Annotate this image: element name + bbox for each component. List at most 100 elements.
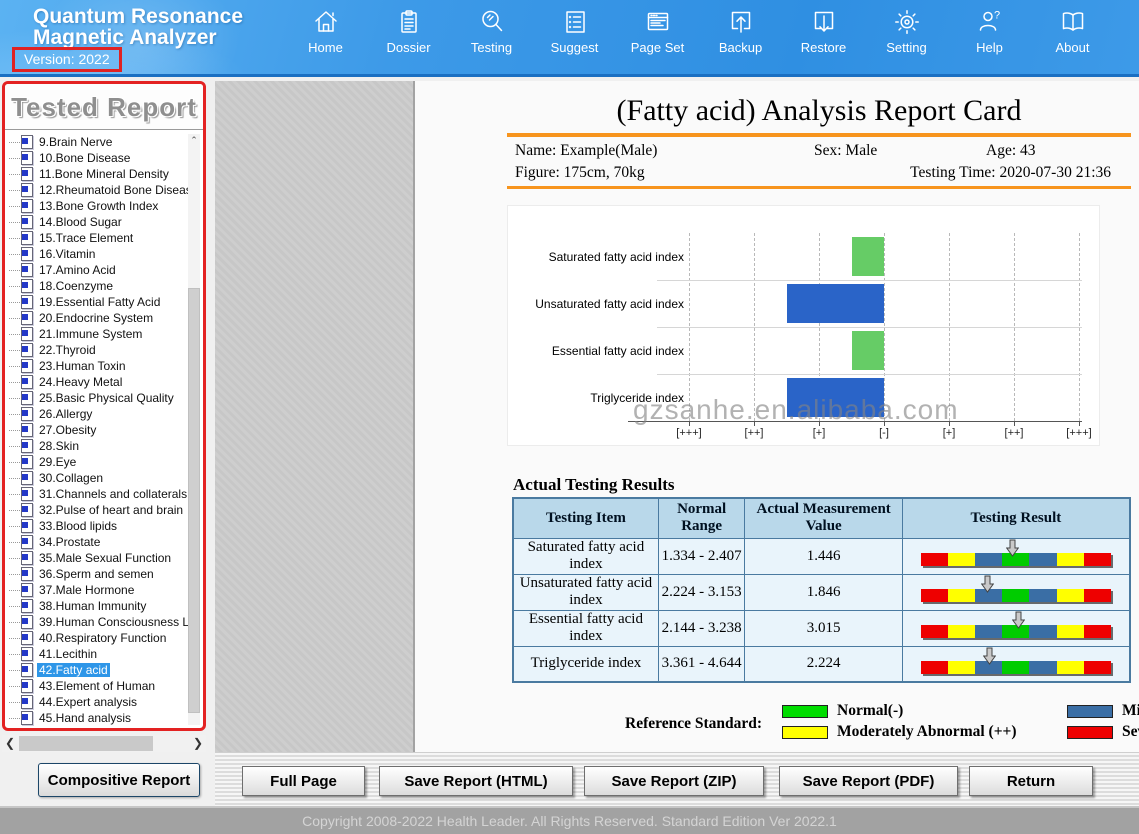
tree-item[interactable]: 17.Amino Acid (5, 262, 190, 278)
table-header-cell: Normal Range (658, 498, 745, 538)
tree-item[interactable]: 24.Heavy Metal (5, 374, 190, 390)
report-doc-icon (21, 711, 33, 725)
nav-restore[interactable]: Restore (782, 7, 865, 55)
nav-backup[interactable]: Backup (699, 7, 782, 55)
tree-item[interactable]: 19.Essential Fatty Acid (5, 294, 190, 310)
tree-item[interactable]: 37.Male Hormone (5, 582, 190, 598)
scale-segment (948, 553, 975, 566)
tree-horizontal-scrollbar[interactable]: ❮ ❯ (2, 735, 206, 752)
tree-connector (9, 494, 20, 495)
axis-tick-label: [+] (797, 427, 841, 439)
tree-item[interactable]: 14.Blood Sugar (5, 214, 190, 230)
tree-item[interactable]: 44.Expert analysis (5, 694, 190, 710)
tree-vertical-scrollbar[interactable]: ⌃ (188, 134, 200, 725)
legend-item: Severely Abnormal (+++) (1067, 723, 1139, 741)
legend-item: Mildly Abnormal(+) (1067, 702, 1139, 720)
scroll-up-icon[interactable]: ⌃ (188, 134, 200, 147)
tree-item[interactable]: 25.Basic Physical Quality (5, 390, 190, 406)
tree-item[interactable]: 41.Lecithin (5, 646, 190, 662)
report-doc-icon (21, 663, 33, 677)
tree-item-label: 44.Expert analysis (37, 695, 139, 709)
report-doc-icon (21, 263, 33, 277)
chart-plot-area (689, 233, 1079, 421)
tree-item[interactable]: 21.Immune System (5, 326, 190, 342)
tree-item[interactable]: 18.Coenzyme (5, 278, 190, 294)
result-scale (921, 543, 1111, 569)
nav-help[interactable]: ?Help (948, 7, 1031, 55)
nav-setting[interactable]: Setting (865, 7, 948, 55)
tree-item[interactable]: 35.Male Sexual Function (5, 550, 190, 566)
tree-item-label: 15.Trace Element (37, 231, 135, 245)
footer-copyright: Copyright 2008-2022 Health Leader. All R… (0, 806, 1139, 834)
tree-item[interactable]: 29.Eye (5, 454, 190, 470)
tree-item[interactable]: 42.Fatty acid (5, 662, 190, 678)
tree-connector (9, 174, 20, 175)
compositive-report-button[interactable]: Compositive Report (38, 763, 200, 797)
tree-item-label: 41.Lecithin (37, 647, 99, 661)
vertical-scroll-thumb[interactable] (188, 288, 200, 714)
table-cell-item: Triglyceride index (513, 646, 658, 682)
legend-item: Normal(-) (782, 702, 1067, 720)
tree-item-label: 45.Hand analysis (37, 711, 133, 725)
tree-item[interactable]: 11.Bone Mineral Density (5, 166, 190, 182)
full-page-button[interactable]: Full Page (242, 766, 365, 796)
patient-figure: Figure: 175cm, 70kg (515, 164, 645, 182)
nav-dossier[interactable]: Dossier (367, 7, 450, 55)
tree-item[interactable]: 31.Channels and collaterals (5, 486, 190, 502)
nav-testing[interactable]: Testing (450, 7, 533, 55)
scale-segment (1002, 661, 1029, 674)
tree-item-label: 26.Allergy (37, 407, 94, 421)
tree-item-label: 29.Eye (37, 455, 78, 469)
tree-item-label: 43.Element of Human (37, 679, 157, 693)
nav-home[interactable]: Home (284, 7, 367, 55)
tree-item[interactable]: 16.Vitamin (5, 246, 190, 262)
tree-connector (9, 318, 20, 319)
tree-item[interactable]: 40.Respiratory Function (5, 630, 190, 646)
report-doc-icon (21, 199, 33, 213)
tree-item[interactable]: 32.Pulse of heart and brain (5, 502, 190, 518)
return-button[interactable]: Return (969, 766, 1093, 796)
tree-item[interactable]: 28.Skin (5, 438, 190, 454)
nav-about[interactable]: About (1031, 7, 1114, 55)
scroll-left-icon[interactable]: ❮ (2, 735, 18, 752)
tree-item[interactable]: 23.Human Toxin (5, 358, 190, 374)
tree-item[interactable]: 10.Bone Disease (5, 150, 190, 166)
tree-item-label: 17.Amino Acid (37, 263, 118, 277)
chart-category-label: Unsaturated fatty acid index (512, 280, 684, 327)
nav-page-set[interactable]: Page Set (616, 7, 699, 55)
tree-connector (9, 526, 20, 527)
tree-item[interactable]: 30.Collagen (5, 470, 190, 486)
nav-suggest[interactable]: Suggest (533, 7, 616, 55)
tree-item[interactable]: 43.Element of Human (5, 678, 190, 694)
report-doc-icon (21, 439, 33, 453)
tree-item[interactable]: 45.Hand analysis (5, 710, 190, 726)
tree-item[interactable]: 12.Rheumatoid Bone Disease (5, 182, 190, 198)
tree-item[interactable]: 34.Prostate (5, 534, 190, 550)
save-report-zip-button[interactable]: Save Report (ZIP) (584, 766, 764, 796)
horizontal-scroll-thumb[interactable] (19, 736, 153, 751)
tree-item-label: 42.Fatty acid (37, 663, 110, 677)
table-row: Unsaturated fatty acid index2.224 - 3.15… (513, 574, 1130, 610)
tree-item[interactable]: 39.Human Consciousness Lev (5, 614, 190, 630)
tree-item[interactable]: 22.Thyroid (5, 342, 190, 358)
tree-item[interactable]: 33.Blood lipids (5, 518, 190, 534)
result-scale (921, 615, 1111, 641)
tree-item-label: 20.Endocrine System (37, 311, 155, 325)
save-report-html-button[interactable]: Save Report (HTML) (379, 766, 573, 796)
scroll-right-icon[interactable]: ❯ (190, 735, 206, 752)
table-cell-value: 3.015 (745, 610, 902, 646)
tree-item[interactable]: 9.Brain Nerve (5, 134, 190, 150)
tree-item[interactable]: 27.Obesity (5, 422, 190, 438)
tree-item[interactable]: 36.Sperm and semen (5, 566, 190, 582)
tree-connector (9, 638, 20, 639)
app-title-line1: Quantum Resonance (33, 6, 243, 27)
tree-item[interactable]: 15.Trace Element (5, 230, 190, 246)
tree-item[interactable]: 20.Endocrine System (5, 310, 190, 326)
tree-item-label: 9.Brain Nerve (37, 135, 114, 149)
tree-item[interactable]: 13.Bone Growth Index (5, 198, 190, 214)
version-badge: Version: 2022 (12, 47, 122, 72)
save-report-pdf-button[interactable]: Save Report (PDF) (779, 766, 958, 796)
scale-segment (1057, 661, 1084, 674)
tree-item[interactable]: 26.Allergy (5, 406, 190, 422)
tree-item[interactable]: 38.Human Immunity (5, 598, 190, 614)
